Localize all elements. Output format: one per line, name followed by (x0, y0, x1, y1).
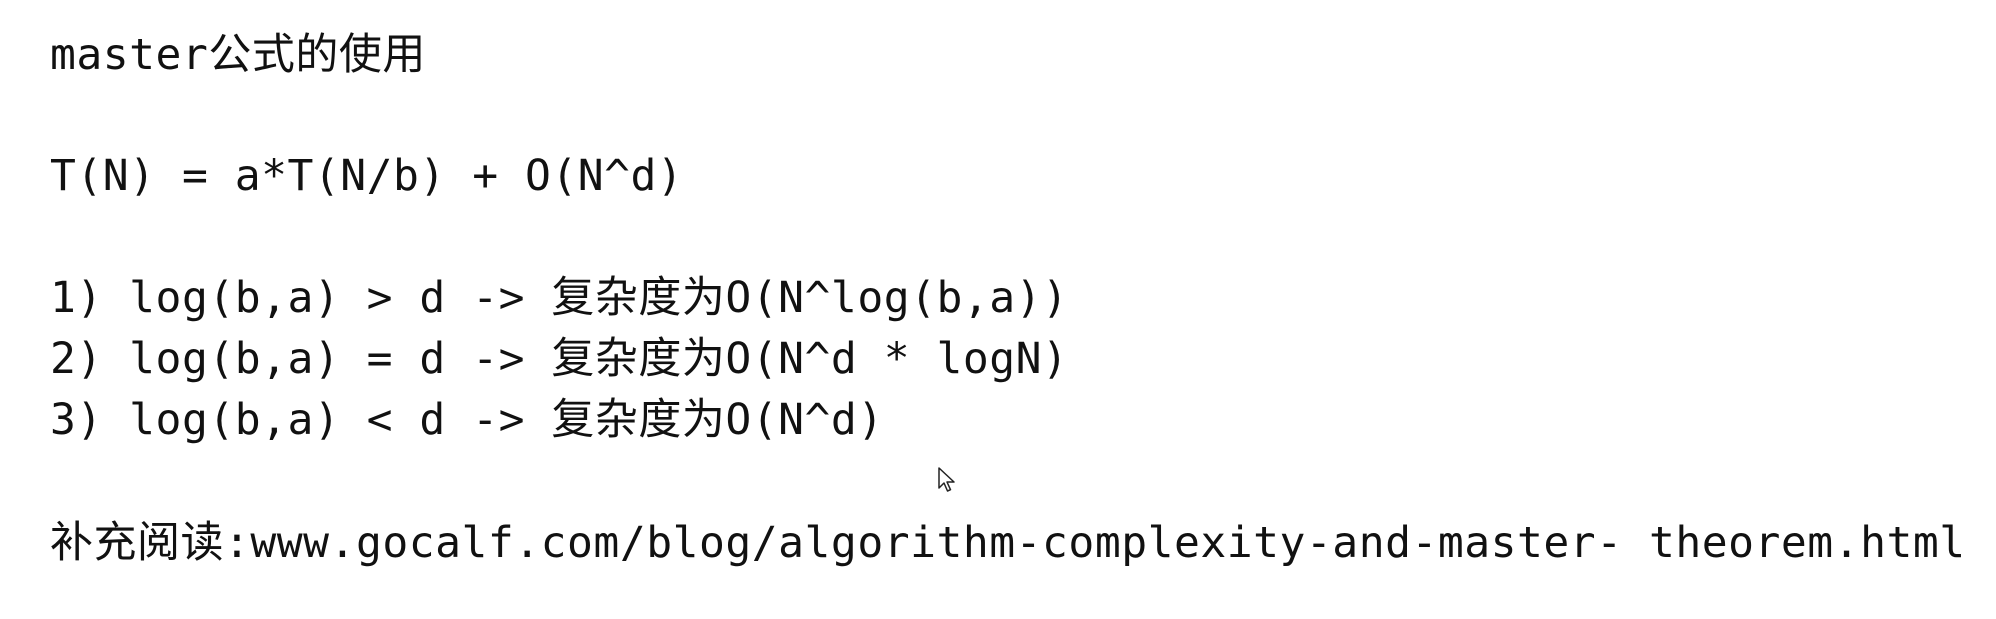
further-reading-label: 补充阅读: (50, 518, 251, 568)
case-1: 1) log(b,a) > d -> 复杂度为O(N^log(b,a)) (50, 273, 1069, 323)
further-reading: 补充阅读:www.gocalf.com/blog/algorithm-compl… (50, 522, 1966, 565)
case-2: 2) log(b,a) = d -> 复杂度为O(N^d * logN) (50, 334, 1069, 384)
master-formula: T(N) = a*T(N/b) + O(N^d) (50, 151, 684, 201)
mouse-cursor-icon (938, 467, 956, 493)
page-title: master公式的使用 (50, 30, 426, 80)
case-3: 3) log(b,a) < d -> 复杂度为O(N^d) (50, 395, 884, 445)
further-reading-url: www.gocalf.com/blog/algorithm-complexity… (250, 518, 1966, 568)
